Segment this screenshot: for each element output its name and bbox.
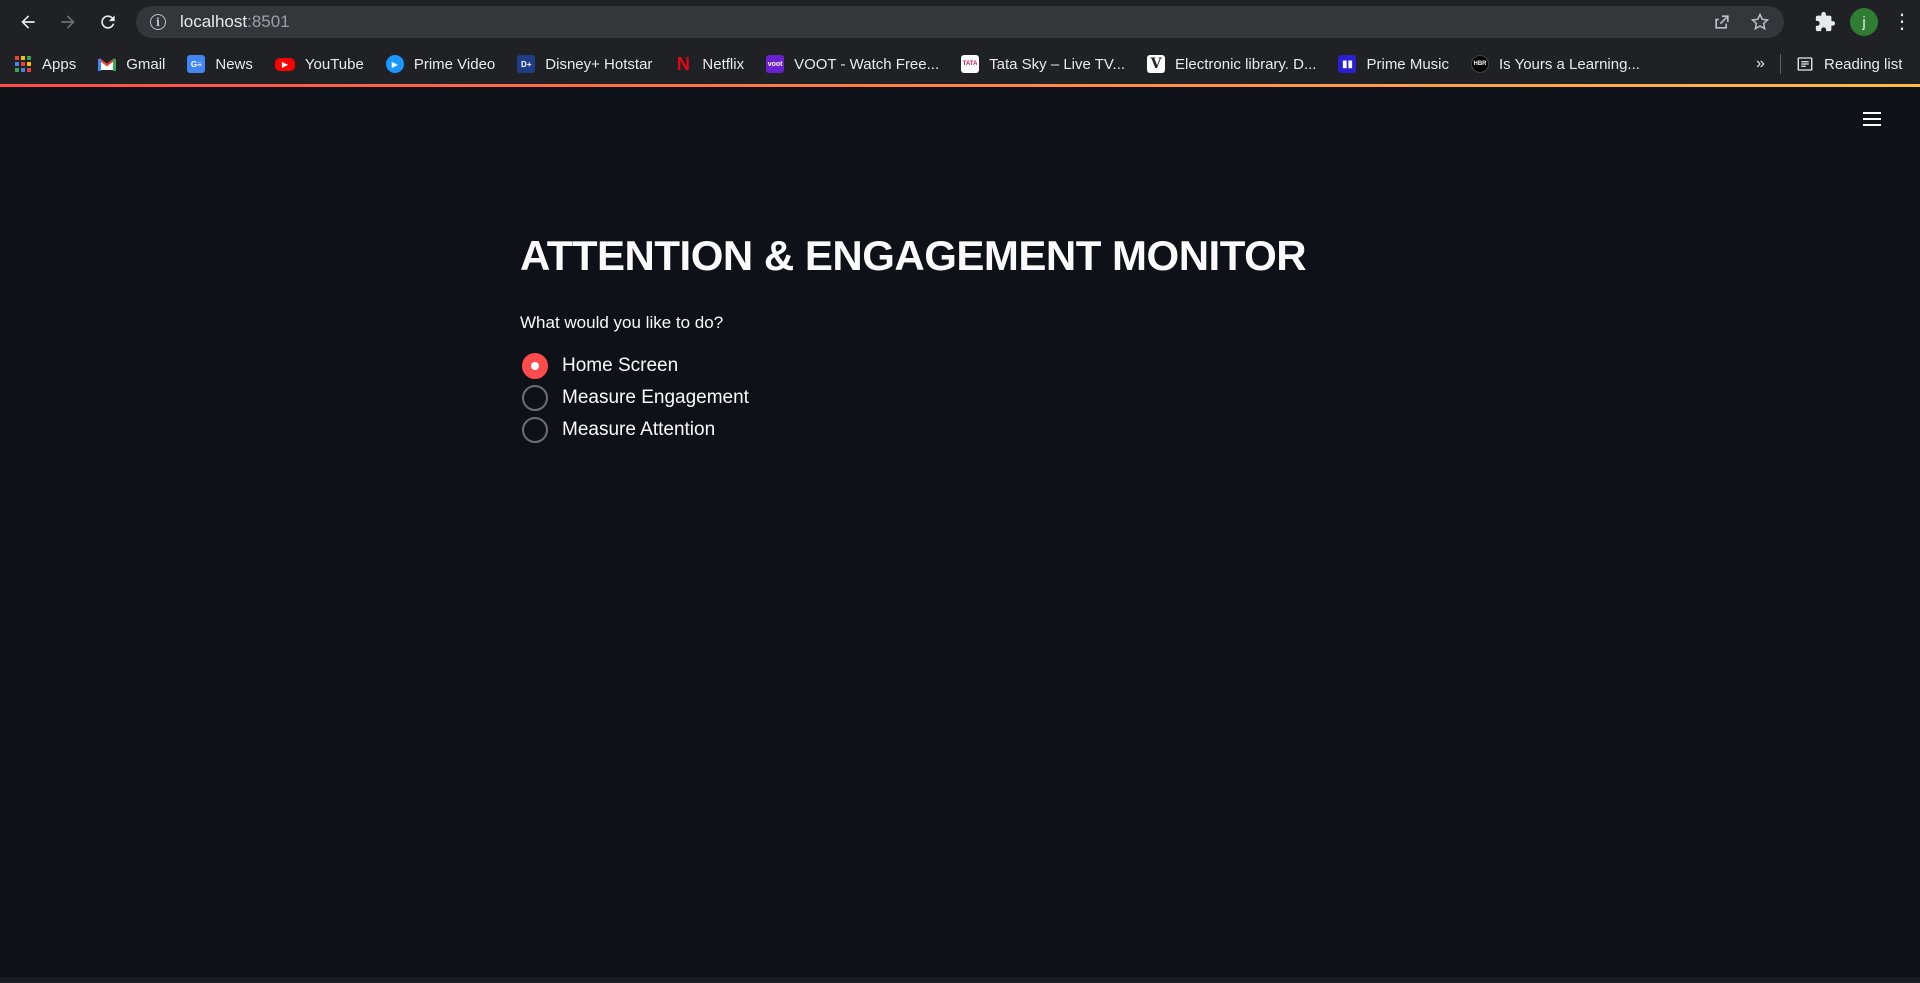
extensions-puzzle-icon[interactable] [1814,11,1836,33]
bookmark-label: Electronic library. D... [1175,55,1317,73]
radio-option-measure-attention[interactable]: Measure Attention [522,414,749,446]
radio-option-label: Measure Attention [562,419,716,440]
site-info-icon[interactable]: i [150,14,166,30]
prime-video-icon: ▶ [385,55,404,73]
bookmark-label: Is Yours a Learning... [1499,55,1640,73]
bookmark-star-icon[interactable] [1750,12,1770,32]
arrow-right-icon [61,15,75,29]
bookmark-hotstar[interactable]: D+ Disney+ Hotstar [517,55,652,73]
google-news-icon: G≡ [187,55,206,73]
forward-button[interactable] [48,2,88,42]
reload-icon [101,15,115,29]
radio-option-label: Home Screen [562,355,679,376]
hotstar-icon: D+ [517,55,536,73]
reading-list-icon [1797,57,1813,71]
bookmark-netflix[interactable]: N Netflix [674,55,744,73]
bookmark-label: Netflix [702,55,745,73]
bookmarks-overflow-chevron-icon[interactable]: » [1756,44,1765,84]
bookmark-label: Gmail [126,55,166,73]
bookmark-voot[interactable]: voot VOOT - Watch Free... [766,55,939,73]
gmail-icon [98,55,117,73]
radio-option-measure-engagement[interactable]: Measure Engagement [522,382,749,414]
back-button[interactable] [8,2,48,42]
hbr-icon: HBR [1471,55,1489,73]
address-bar[interactable]: i localhost:8501 [136,6,1784,38]
arrow-left-icon [21,15,35,29]
bookmark-apps[interactable]: Apps [14,55,76,73]
radio-button[interactable] [522,417,548,443]
reading-list-label: Reading list [1824,55,1903,73]
voot-icon: voot [766,55,785,73]
bookmark-label: Apps [42,55,77,73]
reading-list-button[interactable]: Reading list [1796,44,1902,84]
page-title: ATTENTION & ENGAGEMENT MONITOR [520,232,1307,279]
bookmarks-divider [1780,54,1781,74]
electronic-library-icon: V [1147,55,1166,73]
taskbar-edge [0,977,1920,983]
bookmark-prime-music[interactable]: ▮▮ Prime Music [1338,55,1449,73]
bookmark-label: VOOT - Watch Free... [794,55,940,73]
bookmark-tata-sky[interactable]: TATA Tata Sky – Live TV... [961,55,1125,73]
youtube-icon: ▶ [274,57,295,71]
browser-menu-icon[interactable]: ⋮ [1892,12,1912,32]
bookmark-electronic-library[interactable]: V Electronic library. D... [1147,55,1316,73]
radio-button[interactable] [522,385,548,411]
radio-option-home-screen[interactable]: Home Screen [522,350,749,382]
url-host: localhost [180,12,248,31]
tata-sky-icon: TATA [961,55,980,73]
bookmark-youtube[interactable]: ▶ YouTube [274,55,364,73]
bookmark-prime-video[interactable]: ▶ Prime Video [385,55,496,73]
bookmark-label: Prime Video [413,55,496,73]
url-port: :8501 [247,12,290,31]
bookmark-label: YouTube [304,55,364,73]
apps-grid-icon [14,55,32,73]
app-main: ATTENTION & ENGAGEMENT MONITOR What woul… [0,87,1920,977]
radio-option-label: Measure Engagement [562,387,749,408]
bookmark-hbr[interactable]: HBR Is Yours a Learning... [1471,55,1640,73]
bookmark-label: Tata Sky – Live TV... [989,55,1126,73]
prime-music-icon: ▮▮ [1338,55,1357,73]
main-menu-hamburger-icon[interactable] [1862,109,1886,133]
bookmarks-bar: Apps Gmail G≡ News ▶ YouTube ▶ Prime Vid… [0,44,1920,84]
radio-question-label: What would you like to do? [520,313,724,332]
action-radio-group: Home Screen Measure Engagement Measure A… [522,350,749,446]
profile-avatar[interactable]: j [1850,8,1878,36]
bookmark-gmail[interactable]: Gmail [98,55,165,73]
radio-button-selected[interactable] [522,353,548,379]
bookmark-label: Disney+ Hotstar [545,55,653,73]
bookmark-label: News [215,55,253,73]
browser-toolbar: i localhost:8501 j ⋮ [0,0,1920,44]
bookmark-news[interactable]: G≡ News [187,55,253,73]
netflix-icon: N [676,55,690,73]
reload-button[interactable] [88,2,128,42]
bookmark-label: Prime Music [1366,55,1449,73]
share-icon[interactable] [1712,12,1732,32]
